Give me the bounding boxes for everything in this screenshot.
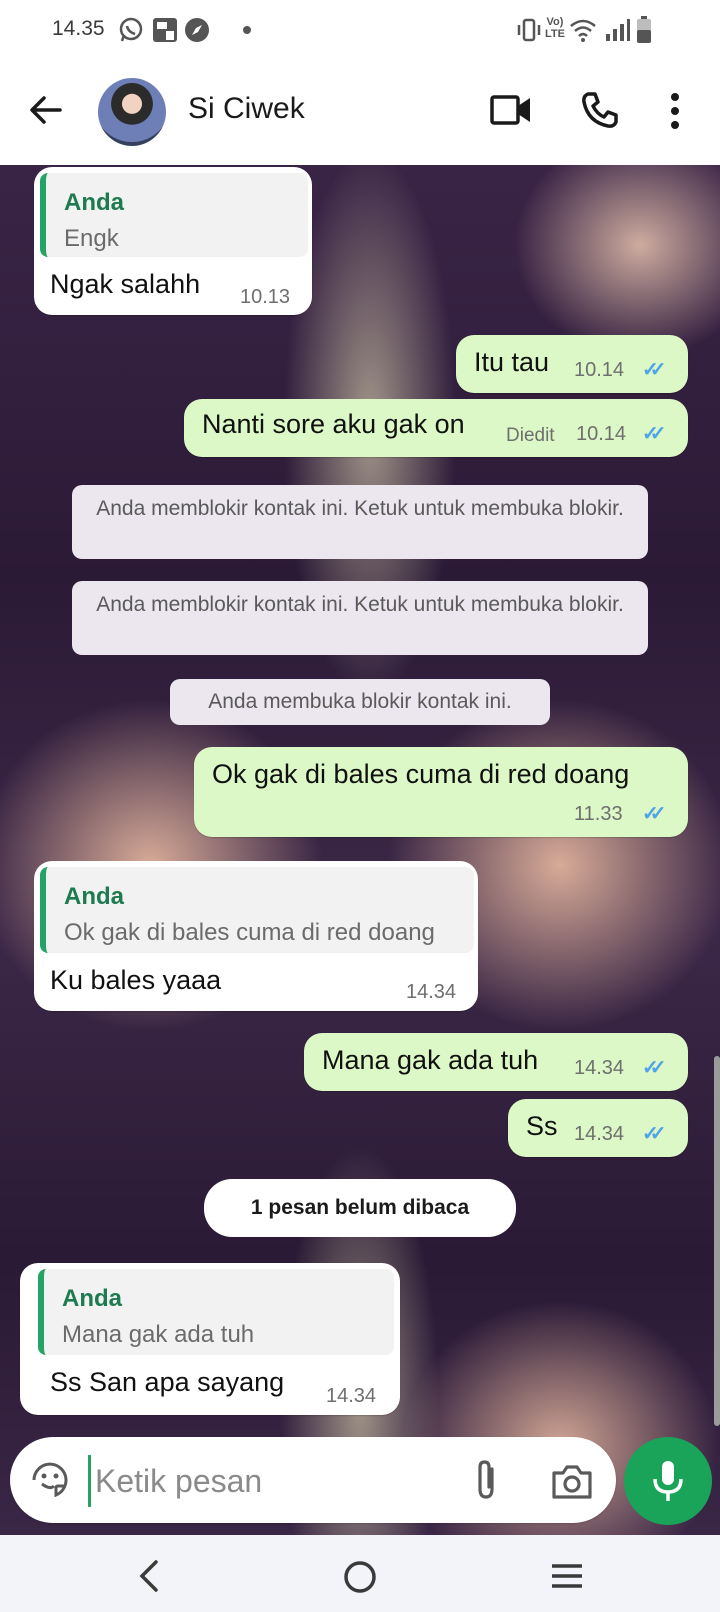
message-bubble-outgoing[interactable]: Ok gak di bales cuma di red doang 11.33 …: [194, 747, 688, 837]
wifi-icon: [570, 19, 596, 42]
quoted-message[interactable]: Anda Mana gak ada tuh: [38, 1269, 394, 1355]
whatsapp-icon: [119, 17, 143, 42]
quoted-message[interactable]: Anda Engk: [40, 173, 308, 257]
quote-text: Ok gak di bales cuma di red doang: [64, 919, 435, 946]
message-text: Ngak salahh: [50, 269, 201, 299]
read-receipt-icon: ✓✓: [642, 1123, 666, 1145]
unread-messages-divider: 1 pesan belum dibaca: [204, 1179, 516, 1237]
quote-author: Anda: [64, 883, 124, 910]
battery-icon: [637, 16, 651, 43]
quote-author: Anda: [64, 189, 124, 216]
edited-label: Diedit: [506, 425, 555, 446]
message-time: 14.34: [326, 1385, 377, 1407]
message-bubble-incoming[interactable]: Anda Engk Ngak salahh 10.13: [34, 167, 312, 315]
status-bar: 14.35 Vo) LTE: [0, 0, 720, 62]
message-bubble-outgoing[interactable]: Mana gak ada tuh 14.34 ✓✓: [304, 1033, 688, 1091]
system-message-unblocked: Anda membuka blokir kontak ini.: [170, 679, 550, 725]
message-input-bar: [10, 1437, 616, 1523]
facebook-messenger-icon: [153, 18, 177, 42]
system-message-blocked[interactable]: Anda memblokir kontak ini. Ketuk untuk m…: [72, 581, 648, 655]
camera-icon[interactable]: [550, 1461, 594, 1501]
mic-button[interactable]: [624, 1437, 712, 1525]
nav-back-icon[interactable]: [136, 1559, 162, 1593]
read-receipt-icon: ✓✓: [642, 423, 666, 445]
signal-icon: [606, 19, 630, 41]
attach-icon[interactable]: [466, 1459, 506, 1501]
quote-text: Mana gak ada tuh: [62, 1321, 255, 1348]
compass-icon: [185, 18, 209, 42]
system-nav-bar: [0, 1535, 720, 1612]
message-text: Ok gak di bales cuma di red doang: [212, 759, 630, 789]
message-text: Ss: [526, 1111, 558, 1141]
volte-icon: Vo) LTE: [545, 16, 565, 40]
video-call-icon[interactable]: [490, 92, 532, 128]
message-time: 10.13: [240, 286, 291, 308]
message-time: 14.34: [574, 1057, 625, 1079]
dot-icon: [243, 26, 251, 34]
more-vert-icon[interactable]: [668, 92, 682, 130]
sticker-icon[interactable]: [30, 1460, 70, 1500]
message-bubble-outgoing[interactable]: Ss 14.34 ✓✓: [508, 1099, 688, 1157]
chat-header: Si Ciwek: [0, 62, 720, 166]
quote-author: Anda: [62, 1285, 122, 1312]
scrollbar[interactable]: [714, 1056, 720, 1426]
mic-icon: [653, 1461, 683, 1501]
message-bubble-incoming[interactable]: Anda Ok gak di bales cuma di red doang K…: [34, 861, 478, 1011]
message-time: 10.14: [576, 423, 627, 445]
quoted-message[interactable]: Anda Ok gak di bales cuma di red doang: [40, 867, 474, 953]
message-text: Mana gak ada tuh: [322, 1045, 539, 1075]
message-input[interactable]: [88, 1455, 467, 1507]
message-text: Ku bales yaaa: [50, 965, 222, 995]
contact-name[interactable]: Si Ciwek: [188, 92, 305, 126]
vibrate-icon: [517, 18, 541, 42]
system-message-blocked[interactable]: Anda memblokir kontak ini. Ketuk untuk m…: [72, 485, 648, 559]
message-bubble-outgoing[interactable]: Itu tau 10.14 ✓✓: [456, 335, 688, 393]
phone-icon[interactable]: [580, 90, 620, 130]
message-time: 14.34: [406, 981, 457, 1003]
chat-background: Anda Engk Ngak salahh 10.13 Itu tau 10.1…: [0, 165, 720, 1535]
read-receipt-icon: ✓✓: [642, 359, 666, 381]
message-text: Nanti sore aku gak on: [202, 409, 465, 439]
message-text: Itu tau: [474, 347, 550, 377]
status-time: 14.35: [52, 17, 105, 40]
message-time: 11.33: [574, 803, 623, 825]
avatar[interactable]: [98, 78, 166, 146]
message-bubble-incoming[interactable]: Anda Mana gak ada tuh Ss San apa sayang …: [20, 1263, 400, 1415]
back-arrow-icon[interactable]: [28, 92, 64, 128]
quote-text: Engk: [64, 225, 119, 252]
message-time: 14.34: [574, 1123, 625, 1145]
nav-recents-icon[interactable]: [550, 1561, 584, 1591]
read-receipt-icon: ✓✓: [642, 803, 666, 825]
read-receipt-icon: ✓✓: [642, 1057, 666, 1079]
message-text: Ss San apa sayang: [50, 1367, 285, 1397]
message-bubble-outgoing[interactable]: Nanti sore aku gak on Diedit 10.14 ✓✓: [184, 399, 688, 457]
message-time: 10.14: [574, 359, 625, 381]
nav-home-icon[interactable]: [342, 1559, 378, 1595]
